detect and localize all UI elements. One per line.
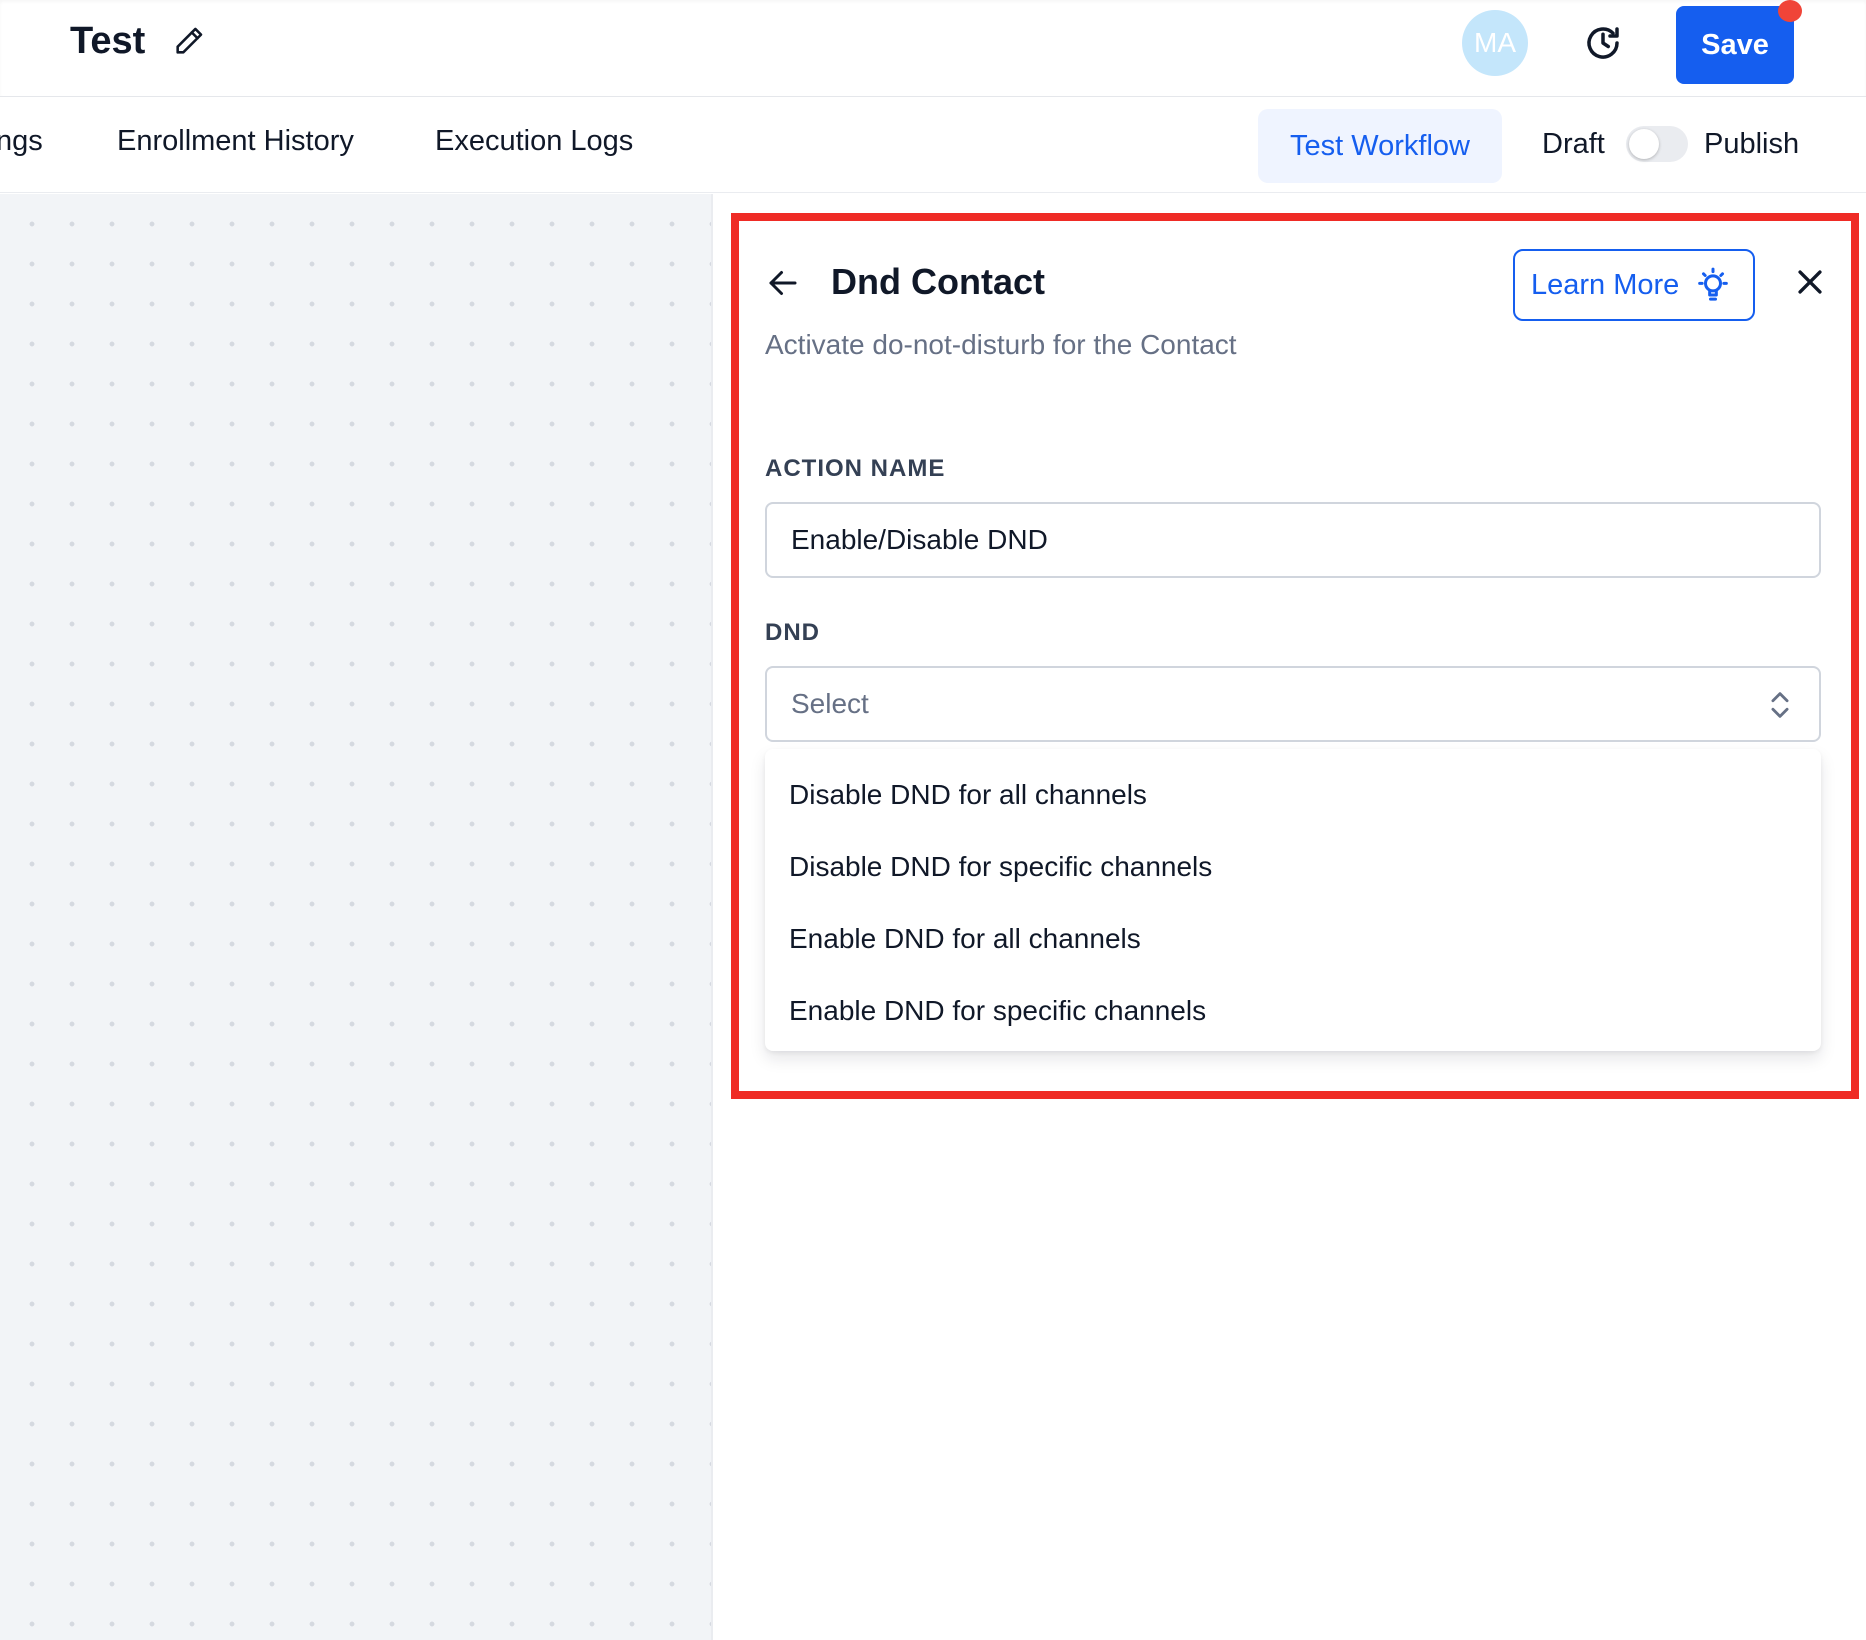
dnd-option-enable-all[interactable]: Enable DND for all channels: [765, 903, 1821, 975]
action-name-input[interactable]: [765, 502, 1821, 578]
panel-description: Activate do-not-disturb for the Contact: [765, 329, 1237, 360]
learn-more-label: Learn More: [1531, 268, 1680, 301]
dnd-option-enable-specific[interactable]: Enable DND for specific channels: [765, 975, 1821, 1047]
panel-title: Dnd Contact: [831, 261, 1045, 302]
dnd-select-placeholder: Select: [791, 688, 869, 719]
tab-bar: ngs Enrollment History Execution Logs Te…: [0, 98, 1866, 193]
notification-dot: [1778, 0, 1802, 22]
dnd-label: DND: [765, 619, 820, 646]
toggle-knob: [1629, 129, 1659, 159]
chevron-updown-icon: [1771, 692, 1789, 718]
dnd-contact-panel: Dnd Contact Learn More Activate do-not-d…: [731, 213, 1859, 1099]
dnd-option-disable-all[interactable]: Disable DND for all channels: [765, 759, 1821, 831]
action-name-label: ACTION NAME: [765, 455, 946, 482]
top-bar: Test MA Save: [0, 0, 1866, 97]
publish-label: Publish: [1704, 128, 1800, 160]
workflow-title: Test: [70, 20, 146, 62]
save-button[interactable]: Save: [1676, 6, 1794, 84]
test-workflow-button[interactable]: Test Workflow: [1258, 109, 1502, 183]
tab-execution-logs[interactable]: Execution Logs: [435, 125, 633, 158]
draft-label: Draft: [1542, 128, 1605, 160]
learn-more-button[interactable]: Learn More: [1513, 249, 1755, 321]
history-clock-icon[interactable]: [1582, 22, 1624, 64]
publish-toggle[interactable]: [1626, 126, 1688, 162]
dnd-select[interactable]: Select: [765, 666, 1821, 742]
pencil-icon[interactable]: [172, 24, 206, 58]
arrow-left-icon[interactable]: [765, 265, 801, 301]
lightbulb-icon: [1698, 267, 1729, 301]
dnd-option-disable-specific[interactable]: Disable DND for specific channels: [765, 831, 1821, 903]
tab-enrollment-history[interactable]: Enrollment History: [117, 125, 354, 158]
workflow-canvas[interactable]: [0, 194, 713, 1640]
dnd-options-dropdown: Disable DND for all channels Disable DND…: [765, 749, 1821, 1051]
tab-settings[interactable]: ngs: [0, 125, 43, 158]
avatar[interactable]: MA: [1462, 10, 1528, 76]
close-icon[interactable]: [1793, 265, 1827, 299]
